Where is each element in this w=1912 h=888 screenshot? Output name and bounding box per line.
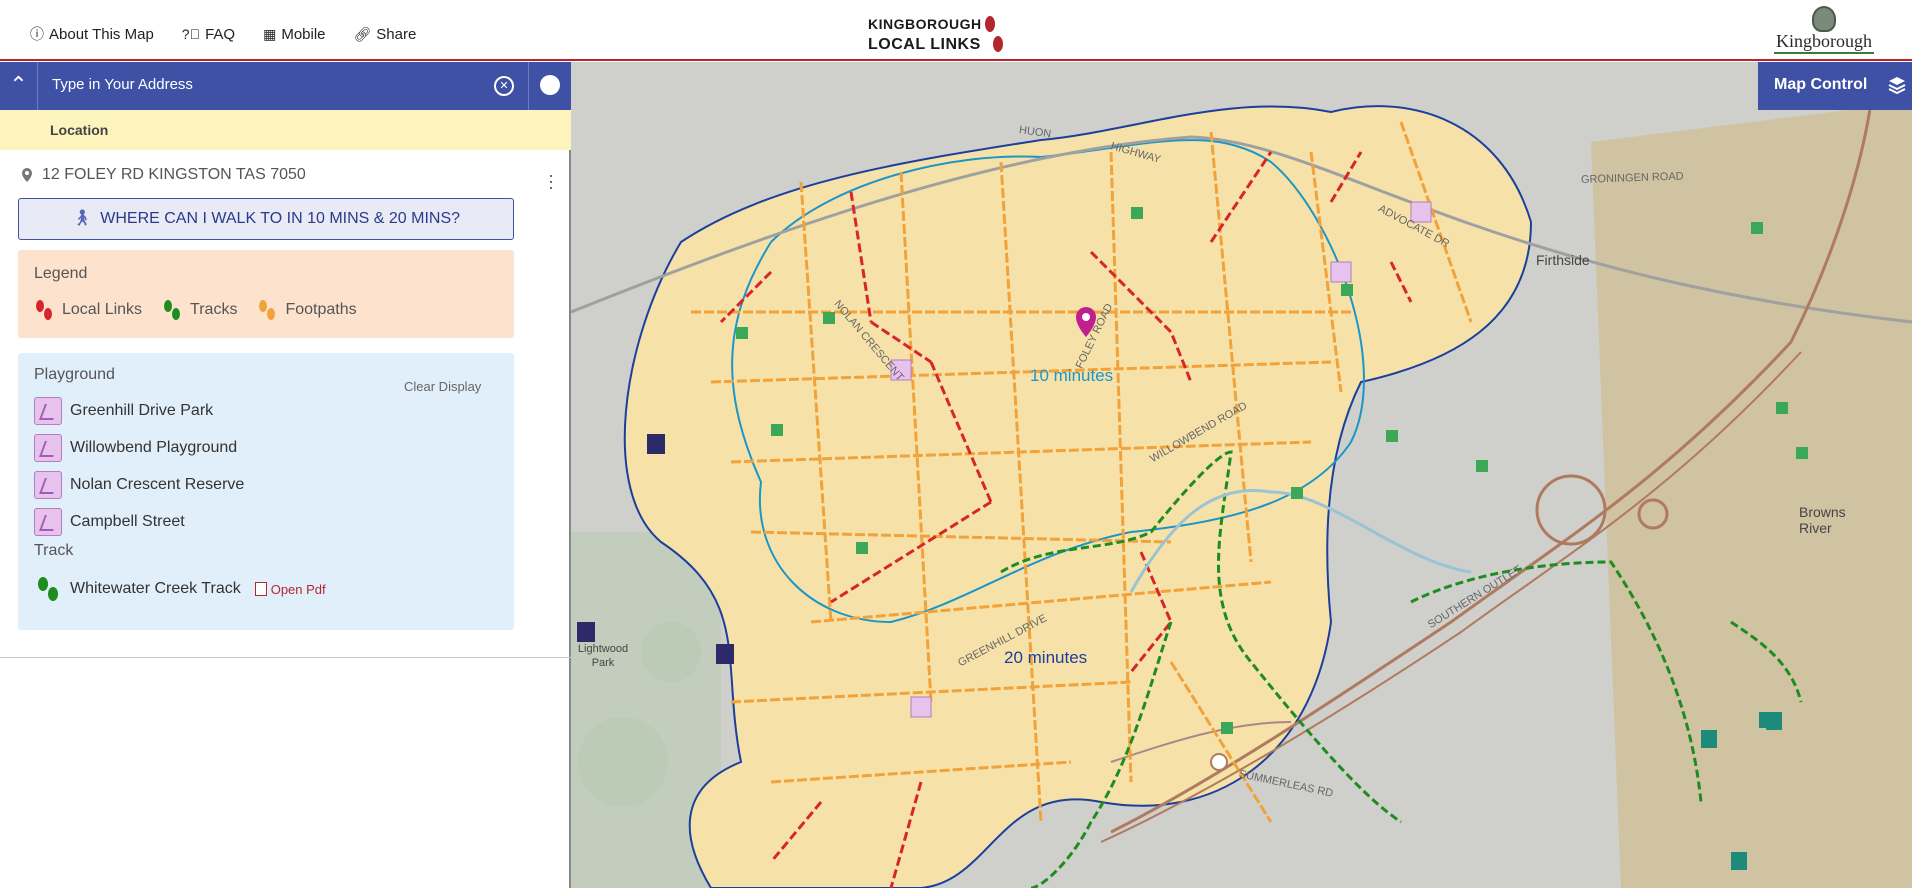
local-links-logo[interactable]: KINGBOROUGH LOCAL LINKS [866, 10, 1016, 58]
legend-panel: Legend Local Links Tracks Footpaths [18, 250, 514, 338]
nav-mobile-label: Mobile [281, 25, 326, 43]
selected-address: 12 FOLEY RD KINGSTON TAS 7050 [42, 166, 306, 183]
address-search-bar: ⌃ ✕ [0, 62, 571, 110]
track-item[interactable]: Whitewater Creek Track Open Pdf [34, 575, 326, 603]
council-name: Kingborough [1774, 31, 1874, 54]
top-navigation-bar: ⓘ About This Map ?⃝ FAQ ▦ Mobile 🔗︎ Share KI… [0, 0, 1912, 61]
playground-icon [34, 471, 62, 499]
tracks-footprint-icon [164, 300, 181, 320]
nav-about-label: About This Map [49, 25, 154, 43]
nav-mobile[interactable]: ▦ Mobile [263, 24, 325, 44]
place-label: Firthside [1536, 252, 1590, 268]
more-options-icon[interactable]: · · · [548, 166, 554, 196]
playground-item[interactable]: Willowbend Playground [34, 434, 237, 462]
track-name: Whitewater Creek Track [70, 580, 241, 597]
clear-display-button[interactable]: Clear Display [404, 379, 481, 394]
sidebar-panel: ⌃ ✕ Location 12 FOLEY RD KINGSTON TAS 70… [0, 62, 571, 888]
close-circle-icon: ✕ [499, 80, 509, 92]
footprints-icon [985, 16, 1003, 52]
map-canvas [571, 62, 1912, 888]
nav-share[interactable]: 🔗︎ Share [354, 24, 417, 44]
playground-name: Nolan Crescent Reserve [70, 476, 245, 493]
info-circle-icon: ⓘ [30, 26, 44, 42]
footpaths-footprint-icon [259, 300, 276, 320]
playground-icon [34, 508, 62, 536]
map-pin-icon [22, 168, 32, 182]
map-control-label: Map Control [1774, 76, 1868, 93]
open-pdf-link[interactable]: Open Pdf [254, 581, 326, 597]
walk-button-label: WHERE CAN I WALK TO IN 10 MINS & 20 MINS… [100, 210, 461, 227]
roundabout [1210, 753, 1228, 771]
walking-person-icon: 🚶︎ [71, 210, 93, 227]
location-label: Location [50, 122, 109, 138]
oval-sportsground [578, 717, 668, 807]
qrcode-icon: ▦ [263, 25, 277, 42]
globe-icon [540, 75, 560, 95]
legend-item-footpaths: Footpaths [255, 298, 357, 322]
locate-me-button[interactable] [528, 62, 571, 110]
results-panel: Playground Clear Display Greenhill Drive… [18, 353, 514, 630]
residential-east [1591, 102, 1912, 888]
playground-name: Campbell Street [70, 513, 185, 530]
legend-label-tracks: Tracks [190, 301, 238, 318]
legend-item-tracks: Tracks [160, 298, 237, 322]
open-pdf-label: Open Pdf [270, 581, 326, 597]
playground-item[interactable]: Nolan Crescent Reserve [34, 471, 244, 499]
playground-heading: Playground [34, 366, 115, 383]
nav-share-label: Share [376, 25, 417, 43]
playground-icon [34, 397, 62, 425]
track-heading: Track [34, 542, 74, 559]
oval-sportsground [641, 622, 701, 682]
map-viewport[interactable]: HUON HIGHWAY SOUTHERN OUTLET SUMMERLEAS … [571, 62, 1912, 888]
legend-item-local-links: Local Links [32, 298, 142, 322]
chevron-up-icon: ⌃ [9, 72, 28, 97]
layers-icon [1888, 77, 1906, 94]
nav-about[interactable]: ⓘ About This Map [30, 24, 154, 44]
playground-icon [34, 434, 62, 462]
legend-label-footpaths: Footpaths [285, 301, 357, 318]
location-header: Location [0, 110, 571, 150]
playground-name: Willowbend Playground [70, 439, 238, 456]
playground-item[interactable]: Greenhill Drive Park [34, 397, 213, 425]
link-icon: 🔗︎ [353, 25, 372, 42]
playground-name: Greenhill Drive Park [70, 402, 214, 419]
kingborough-council-logo[interactable]: Kingborough [1774, 6, 1874, 56]
legend-label-local-links: Local Links [62, 301, 143, 318]
walk-isochrone-button[interactable]: 🚶︎ WHERE CAN I WALK TO IN 10 MINS & 20 MI… [18, 198, 514, 240]
panel-divider [0, 657, 571, 658]
legend-title: Legend [34, 265, 88, 282]
nav-links: ⓘ About This Map ?⃝ FAQ ▦ Mobile 🔗︎ Share [30, 24, 416, 44]
playground-item[interactable]: Campbell Street [34, 508, 185, 536]
isochrone-10-label: 10 minutes [1030, 366, 1114, 385]
pdf-file-icon [254, 582, 267, 596]
local-links-footprint-icon [36, 300, 52, 320]
isochrone-20-label: 20 minutes [1004, 648, 1088, 667]
clear-search-button[interactable]: ✕ [494, 76, 514, 96]
collapse-panel-button[interactable]: ⌃ [0, 62, 38, 110]
place-label: Browns River [1799, 504, 1846, 536]
nav-faq[interactable]: ?⃝ FAQ [182, 24, 235, 44]
selected-address-row: 12 FOLEY RD KINGSTON TAS 7050 [22, 166, 306, 184]
council-crest-icon [1812, 6, 1836, 32]
address-search-input[interactable] [52, 76, 472, 93]
track-footprint-icon [38, 577, 58, 601]
map-control-button[interactable]: Map Control [1758, 62, 1912, 110]
logo-line-2: LOCAL LINKS [868, 36, 981, 53]
logo-line-1: KINGBOROUGH [868, 16, 982, 32]
nav-faq-label: FAQ [205, 25, 236, 43]
question-circle-icon: ?⃝ [181, 26, 201, 42]
place-label: Lightwood Park [577, 643, 629, 669]
